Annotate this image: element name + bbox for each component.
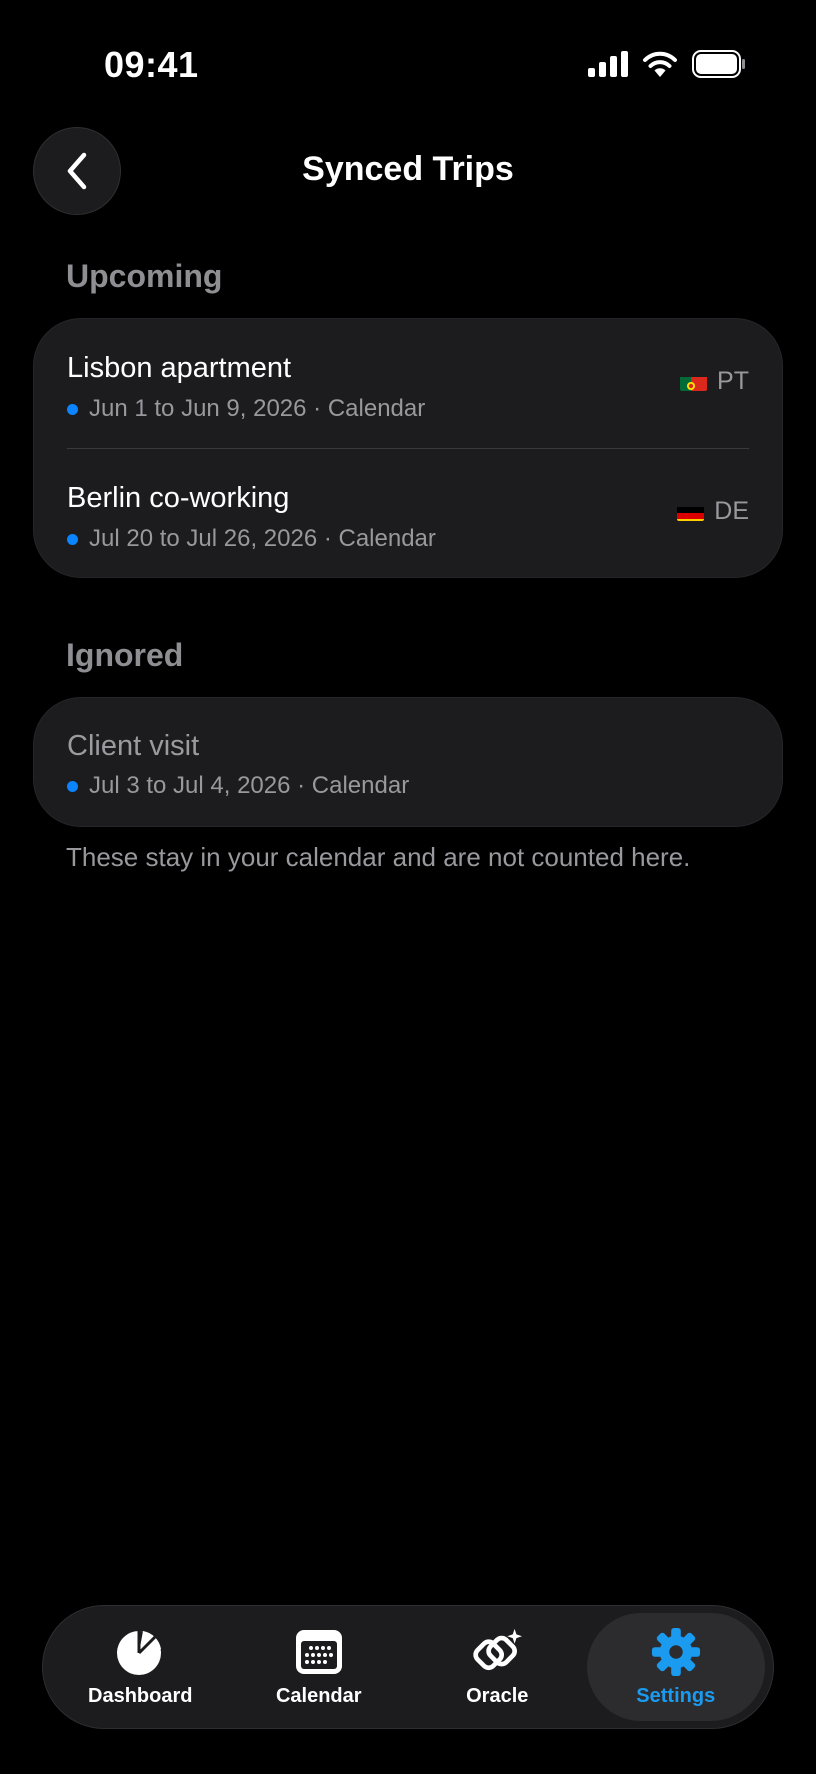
tab-label: Settings	[636, 1684, 716, 1707]
trip-title: Client visit	[67, 730, 200, 762]
status-time: 09:41	[104, 44, 199, 85]
tab-dashboard[interactable]: Dashboard	[51, 1613, 230, 1721]
synced-trips-screen: 09:41 Synced Trips Upcoming Lisbon apart…	[0, 0, 816, 1774]
tab-label: Dashboard	[88, 1684, 193, 1707]
trip-row[interactable]: Berlin co-working Jul 20 to Jul 26, 2026…	[34, 449, 782, 579]
wifi-icon	[643, 51, 677, 77]
trip-dates-text: Jul 20 to Jul 26, 2026 · Calendar	[89, 525, 436, 552]
calendar-source-dot	[67, 780, 78, 792]
status-icons	[588, 50, 746, 78]
tab-settings[interactable]: Settings	[586, 1613, 765, 1721]
tab-calendar[interactable]: Calendar	[230, 1613, 409, 1721]
trip-row[interactable]: Lisbon apartment Jun 1 to Jun 9, 2026 · …	[34, 319, 782, 449]
oracle-icon	[472, 1627, 523, 1677]
battery-icon	[692, 50, 745, 78]
trip-dates-text: Jul 3 to Jul 4, 2026 · Calendar	[89, 772, 410, 799]
trip-country: PT	[680, 367, 749, 396]
tab-bar: Dashboard Calendar Oracle Settings	[42, 1605, 774, 1729]
country-code: DE	[714, 497, 749, 525]
section-title-ignored: Ignored	[66, 637, 184, 673]
ignored-trips-card: Client visit Jul 3 to Jul 4, 2026 · Cale…	[33, 697, 783, 827]
trip-country: DE	[677, 497, 749, 526]
country-code: PT	[717, 367, 749, 395]
germany-flag-icon	[677, 503, 705, 521]
gear-icon	[651, 1627, 701, 1677]
tab-oracle[interactable]: Oracle	[408, 1613, 587, 1721]
tab-label: Oracle	[466, 1684, 529, 1707]
page-title: Synced Trips	[302, 150, 514, 188]
calendar-source-dot	[67, 533, 78, 545]
portugal-flag-icon	[680, 373, 708, 391]
trip-dates-text: Jun 1 to Jun 9, 2026 · Calendar	[89, 395, 426, 422]
trip-dates: Jun 1 to Jun 9, 2026 · Calendar	[67, 395, 425, 423]
upcoming-trips-card: Lisbon apartment Jun 1 to Jun 9, 2026 · …	[33, 318, 783, 578]
trip-title: Berlin co-working	[67, 482, 290, 514]
trip-row[interactable]: Client visit Jul 3 to Jul 4, 2026 · Cale…	[34, 698, 782, 828]
tab-label: Calendar	[275, 1684, 362, 1707]
calendar-icon	[294, 1627, 344, 1677]
trip-dates: Jul 3 to Jul 4, 2026 · Calendar	[67, 772, 409, 800]
pie-chart-icon	[115, 1627, 165, 1677]
section-title-upcoming: Upcoming	[66, 258, 223, 294]
cellular-signal-icon	[588, 51, 628, 77]
trip-dates: Jul 20 to Jul 26, 2026 · Calendar	[67, 525, 436, 553]
trip-title: Lisbon apartment	[67, 352, 292, 384]
calendar-source-dot	[67, 403, 78, 415]
ignored-note: These stay in your calendar and are not …	[66, 842, 691, 872]
